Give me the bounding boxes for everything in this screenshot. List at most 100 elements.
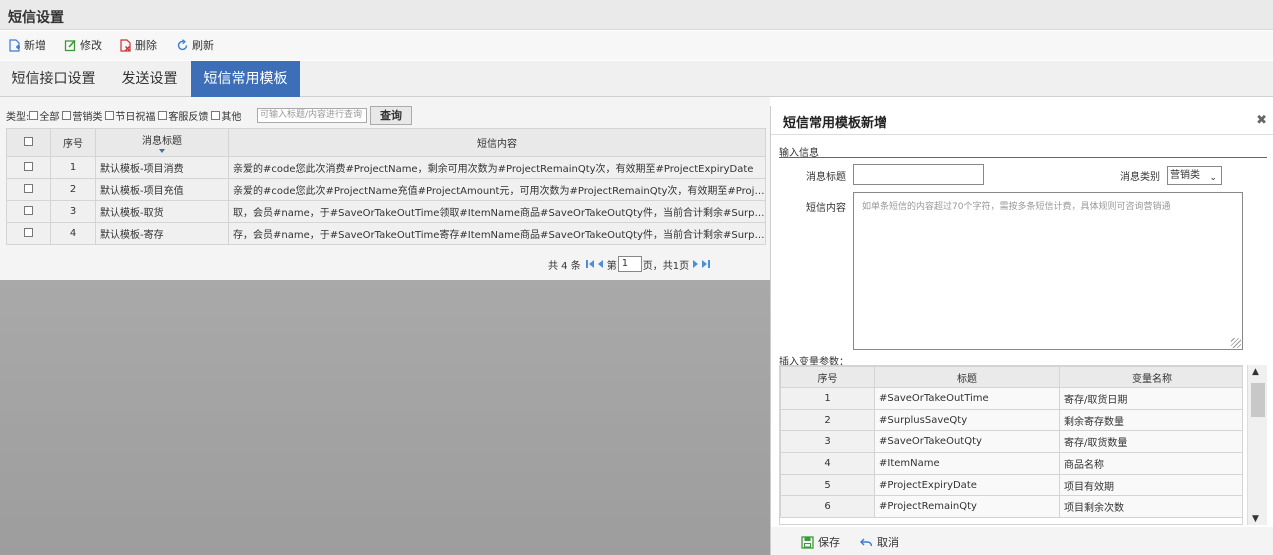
page-title: 短信设置 — [8, 10, 64, 26]
filter-option-marketing[interactable]: 营销类 — [62, 108, 102, 123]
category-select[interactable]: 营销类 ⌄ — [1167, 166, 1222, 185]
refresh-button-label: 刷新 — [192, 39, 214, 52]
last-page-icon[interactable] — [708, 260, 711, 268]
var-title: #SaveOrTakeOutQty — [874, 430, 1060, 454]
add-button[interactable]: 新增 — [8, 37, 46, 53]
filter-option-other[interactable]: 其他 — [211, 108, 241, 123]
row-content: 亲爱的#code您此次#ProjectName充值#ProjectAmount元… — [228, 178, 766, 201]
save-button-label: 保存 — [818, 536, 840, 549]
row-index: 4 — [50, 222, 96, 245]
filter-option-all[interactable]: 全部 — [29, 108, 59, 123]
refresh-button[interactable]: 刷新 — [176, 37, 214, 53]
row-checkbox[interactable] — [23, 161, 33, 171]
cancel-button-label: 取消 — [877, 536, 899, 549]
tab-send-settings[interactable]: 发送设置 — [108, 61, 191, 97]
content-placeholder: 如单条短信的内容超过70个字符，需按多条短信计费，具体规则可咨询营销通 — [862, 202, 1171, 212]
cancel-button[interactable]: 取消 — [860, 534, 899, 550]
pager-page-suffix: 页，共1页 — [642, 260, 690, 272]
query-button[interactable]: 查询 — [370, 106, 412, 125]
save-button[interactable]: 保存 — [801, 534, 840, 550]
row-content: 取，会员#name，于#SaveOrTakeOutTime领取#ItemName… — [228, 200, 766, 223]
delete-icon — [120, 38, 131, 52]
variable-row[interactable]: 3 #SaveOrTakeOutQty 寄存/取货数量 — [780, 430, 1242, 454]
variable-row[interactable]: 6 #ProjectRemainQty 项目剩余次数 — [780, 495, 1242, 519]
var-title: #ProjectRemainQty — [874, 495, 1060, 519]
type-filter-label: 类型: — [6, 111, 30, 123]
filter-option-label: 营销类 — [72, 111, 103, 123]
variable-row[interactable]: 2 #SurplusSaveQty 剩余寄存数量 — [780, 408, 1242, 432]
tab-sms-templates[interactable]: 短信常用模板 — [191, 61, 300, 97]
scrollbar-thumb[interactable] — [1251, 383, 1265, 417]
edit-button[interactable]: 修改 — [64, 37, 102, 53]
filter-checkbox[interactable] — [62, 110, 72, 120]
title-input[interactable] — [853, 164, 984, 185]
filter-checkbox[interactable] — [29, 110, 39, 120]
table-row[interactable]: 4 默认模板-寄存 存，会员#name，于#SaveOrTakeOutTime寄… — [6, 222, 766, 245]
resize-handle-icon[interactable] — [1231, 338, 1241, 348]
variable-row[interactable]: 5 #ProjectExpiryDate 项目有效期 — [780, 473, 1242, 497]
var-name: 寄存/取货日期 — [1059, 387, 1242, 410]
variable-table-wrap: 序号 标题 变量名称 1 #SaveOrTakeOutTime 寄存/取货日期 … — [779, 365, 1243, 525]
modal-overlay — [0, 280, 770, 555]
select-all-checkbox[interactable] — [23, 136, 33, 146]
filter-checkbox[interactable] — [105, 110, 115, 120]
row-title: 默认模板-项目消费 — [95, 156, 229, 179]
section-divider — [779, 157, 1267, 158]
close-icon[interactable]: ✖ — [1256, 113, 1267, 128]
var-index: 4 — [780, 452, 875, 475]
delete-button[interactable]: 删除 — [119, 37, 157, 53]
header-title[interactable]: 消息标题 — [95, 128, 229, 157]
next-page-icon[interactable] — [693, 260, 699, 268]
filter-checkbox[interactable] — [211, 110, 221, 120]
var-header-title: 标题 — [874, 366, 1060, 388]
var-header-name: 变量名称 — [1059, 366, 1242, 388]
row-checkbox[interactable] — [23, 183, 33, 193]
tab-sms-interface[interactable]: 短信接口设置 — [0, 61, 107, 97]
var-index: 5 — [780, 473, 875, 497]
table-row[interactable]: 3 默认模板-取货 取，会员#name，于#SaveOrTakeOutTime领… — [6, 200, 766, 223]
refresh-icon — [177, 38, 188, 50]
variable-row[interactable]: 1 #SaveOrTakeOutTime 寄存/取货日期 — [780, 387, 1242, 410]
scroll-down-icon[interactable]: ▼ — [1252, 514, 1259, 524]
save-icon — [801, 535, 814, 549]
pager-total: 共 4 条 — [548, 260, 581, 272]
last-page-arrow-icon[interactable] — [702, 260, 708, 268]
variable-row[interactable]: 4 #ItemName 商品名称 — [780, 452, 1242, 475]
row-select-cell — [6, 178, 51, 201]
search-input[interactable]: 可输入标题/内容进行查询 — [257, 108, 367, 123]
page-title-bar: 短信设置 — [0, 0, 1273, 30]
var-name: 商品名称 — [1059, 452, 1242, 475]
filter-option-feedback[interactable]: 客服反馈 — [158, 108, 208, 123]
var-index: 6 — [780, 495, 875, 519]
select-all-cell — [6, 128, 51, 157]
filter-option-holiday[interactable]: 节日祝福 — [105, 108, 155, 123]
content-label: 短信内容 — [806, 203, 846, 214]
filter-checkbox[interactable] — [158, 110, 168, 120]
category-label: 消息类别 — [1120, 172, 1160, 183]
toolbar: 新增 修改 删除 刷新 — [0, 31, 1273, 60]
first-page-arrow-icon[interactable] — [588, 260, 594, 268]
category-select-value: 营销类 — [1170, 170, 1200, 181]
row-checkbox[interactable] — [23, 227, 33, 237]
pager: 共 4 条 第 1 页，共1页 — [548, 255, 711, 273]
page-number-input[interactable]: 1 — [617, 256, 642, 272]
table-row[interactable]: 1 默认模板-项目消费 亲爱的#code您此次消费#ProjectName，剩余… — [6, 156, 766, 179]
variable-header-row: 序号 标题 变量名称 — [780, 366, 1242, 388]
scroll-up-icon[interactable]: ▲ — [1252, 367, 1259, 377]
row-select-cell — [6, 156, 51, 179]
var-title: #ProjectExpiryDate — [874, 473, 1060, 497]
new-template-dialog: 短信常用模板新增 ✖ 输入信息 消息标题 消息类别 营销类 ⌄ 短信内容 如单条… — [770, 106, 1273, 555]
content-textarea[interactable]: 如单条短信的内容超过70个字符，需按多条短信计费，具体规则可咨询营销通 — [853, 192, 1243, 350]
var-name: 寄存/取货数量 — [1059, 430, 1242, 454]
row-select-cell — [6, 200, 51, 223]
row-checkbox[interactable] — [23, 205, 33, 215]
var-title: #SaveOrTakeOutTime — [874, 387, 1060, 410]
table-row[interactable]: 2 默认模板-项目充值 亲爱的#code您此次#ProjectName充值#Pr… — [6, 178, 766, 201]
filter-option-label: 客服反馈 — [168, 111, 209, 123]
filter-option-label: 其他 — [221, 111, 242, 123]
prev-page-icon[interactable] — [597, 260, 603, 268]
first-page-icon[interactable] — [585, 260, 588, 268]
var-name: 剩余寄存数量 — [1059, 408, 1242, 432]
variable-scrollbar[interactable]: ▲ ▼ — [1247, 365, 1267, 525]
chevron-down-icon: ⌄ — [1209, 173, 1217, 183]
